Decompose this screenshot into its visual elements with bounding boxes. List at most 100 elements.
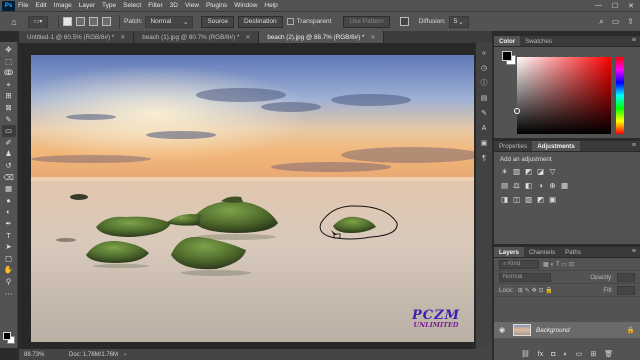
info-icon[interactable]: ⓘ bbox=[479, 78, 489, 88]
new-layer-icon[interactable]: ⊞ bbox=[590, 350, 596, 358]
menu-type[interactable]: Type bbox=[102, 2, 116, 9]
source-button[interactable]: Source bbox=[201, 15, 235, 28]
tab-swatches[interactable]: Swatches bbox=[520, 36, 557, 46]
subtract-selection-icon[interactable] bbox=[89, 17, 98, 26]
foreground-color-swatch[interactable] bbox=[502, 51, 512, 61]
zoom-tool-icon[interactable]: ⚲ bbox=[2, 276, 16, 288]
tab-paths[interactable]: Paths bbox=[560, 247, 586, 257]
path-select-tool-icon[interactable]: ➤ bbox=[2, 241, 16, 253]
menu-view[interactable]: View bbox=[185, 2, 199, 9]
panel-menu-icon[interactable]: ≡ bbox=[632, 37, 636, 44]
panel-menu-icon[interactable]: ≡ bbox=[632, 142, 636, 149]
destination-button[interactable]: Destination bbox=[238, 15, 283, 28]
tab-color[interactable]: Color bbox=[494, 36, 521, 46]
levels-icon[interactable]: ▥ bbox=[512, 167, 521, 176]
quick-select-tool-icon[interactable]: ⌖ bbox=[2, 79, 16, 91]
lasso-tool-icon[interactable]: ↂ bbox=[2, 67, 16, 79]
maximize-icon[interactable]: ☐ bbox=[612, 2, 618, 10]
marquee-tool-icon[interactable]: ⬚ bbox=[2, 56, 16, 68]
add-mask-icon[interactable]: ◘ bbox=[551, 351, 555, 358]
close-icon[interactable]: ✕ bbox=[245, 34, 250, 41]
color-balance-icon[interactable]: ⚖ bbox=[512, 181, 521, 190]
threshold-icon[interactable]: ▧ bbox=[524, 195, 533, 204]
tab-beach-2[interactable]: beach (2).jpg @ 88.7% (RGB/8#) * ✕ bbox=[259, 31, 385, 43]
minimize-icon[interactable]: — bbox=[595, 2, 602, 10]
zoom-level[interactable]: 88.73% bbox=[19, 352, 49, 358]
libraries-icon[interactable]: ▣ bbox=[479, 138, 489, 148]
close-icon[interactable]: ✕ bbox=[120, 34, 125, 41]
blur-tool-icon[interactable]: ● bbox=[2, 195, 16, 207]
link-layers-icon[interactable]: ⛓ bbox=[521, 350, 530, 358]
workspace-icon[interactable]: ▭ bbox=[612, 17, 620, 27]
blend-mode-select[interactable]: Normal bbox=[499, 272, 551, 282]
tool-preset-picker[interactable]: ▭▾ bbox=[28, 15, 48, 28]
history-brush-tool-icon[interactable]: ↺ bbox=[2, 160, 16, 172]
pattern-picker[interactable] bbox=[399, 17, 409, 26]
menu-filter[interactable]: Filter bbox=[148, 2, 162, 9]
menu-3d[interactable]: 3D bbox=[170, 2, 178, 9]
history-icon[interactable]: ◷ bbox=[479, 63, 489, 73]
tab-untitled-1[interactable]: Untitled-1 @ 60.5% (RGB/8#) * ✕ bbox=[19, 31, 135, 43]
color-picker-cursor[interactable] bbox=[514, 108, 520, 114]
search-icon[interactable]: ⌕ bbox=[599, 17, 603, 27]
menu-select[interactable]: Select bbox=[123, 2, 141, 9]
diffusion-input[interactable]: 5 ⌄ bbox=[448, 15, 469, 28]
layer-filter-select[interactable]: ⌕ Kind bbox=[499, 259, 539, 269]
saturation-brightness-field[interactable] bbox=[517, 57, 611, 134]
rectangle-tool-icon[interactable]: ▢ bbox=[2, 253, 16, 265]
opacity-input[interactable] bbox=[617, 272, 635, 282]
hue-slider[interactable] bbox=[616, 57, 624, 134]
menu-file[interactable]: File bbox=[18, 2, 28, 9]
photo-filter-icon[interactable]: ◑ bbox=[536, 181, 545, 190]
delete-layer-icon[interactable]: 🗑 bbox=[604, 350, 613, 358]
tab-layers[interactable]: Layers bbox=[494, 247, 524, 257]
canvas-area[interactable]: PCZM UNLIMITED bbox=[19, 43, 492, 349]
curves-icon[interactable]: ◩ bbox=[524, 167, 533, 176]
menu-plugins[interactable]: Plugins bbox=[206, 2, 227, 9]
close-icon[interactable]: ✕ bbox=[628, 2, 634, 10]
intersect-selection-icon[interactable] bbox=[102, 17, 111, 26]
tab-beach-1[interactable]: beach (1).jpg @ 80.7% (RGB/8#) * ✕ bbox=[134, 31, 260, 43]
home-icon[interactable]: ⌂ bbox=[6, 15, 22, 29]
use-pattern-button[interactable]: Use Pattern bbox=[343, 15, 390, 28]
gradient-map-icon[interactable]: ▣ bbox=[548, 195, 557, 204]
exposure-icon[interactable]: ◪ bbox=[536, 167, 545, 176]
type-tool-icon[interactable]: T bbox=[2, 230, 16, 242]
character-icon[interactable]: A bbox=[479, 123, 489, 133]
posterize-icon[interactable]: ◫ bbox=[512, 195, 521, 204]
frame-tool-icon[interactable]: ⊠ bbox=[2, 102, 16, 114]
patch-mode-select[interactable]: Normal ⌄ bbox=[145, 15, 194, 28]
invert-icon[interactable]: ◨ bbox=[500, 195, 509, 204]
share-icon[interactable]: ⇪ bbox=[627, 17, 634, 27]
transparent-checkbox[interactable] bbox=[286, 18, 294, 25]
eyedropper-tool-icon[interactable]: ✎ bbox=[2, 114, 16, 126]
fill-input[interactable] bbox=[617, 285, 635, 295]
crop-tool-icon[interactable]: ⊞ bbox=[2, 90, 16, 102]
brush-settings-icon[interactable]: ✎ bbox=[479, 108, 489, 118]
color-lookup-icon[interactable]: ▦ bbox=[560, 181, 569, 190]
gradient-tool-icon[interactable]: ▦ bbox=[2, 183, 16, 195]
patch-tool-icon[interactable]: ▭ bbox=[1, 125, 16, 137]
add-to-selection-icon[interactable] bbox=[76, 17, 85, 26]
eraser-tool-icon[interactable]: ⌫ bbox=[2, 172, 16, 184]
menu-window[interactable]: Window bbox=[234, 2, 257, 9]
tab-channels[interactable]: Channels bbox=[524, 247, 560, 257]
move-tool-icon[interactable]: ✥ bbox=[2, 44, 16, 56]
beach-photo-canvas[interactable]: PCZM UNLIMITED bbox=[31, 55, 474, 342]
lock-icons[interactable]: ⊞ ✎ ✥ ⊡ 🔒 bbox=[518, 286, 553, 294]
new-selection-icon[interactable] bbox=[63, 17, 72, 26]
new-adjustment-layer-icon[interactable]: ◐ bbox=[563, 351, 567, 358]
panel-menu-icon[interactable]: ≡ bbox=[632, 248, 636, 255]
filter-icons[interactable]: ▦ ◐ T ▭ ⊡ bbox=[543, 261, 574, 268]
pen-tool-icon[interactable]: ✒ bbox=[2, 218, 16, 230]
edit-toolbar-icon[interactable]: ⋯ bbox=[2, 287, 16, 299]
hand-tool-icon[interactable]: ✋ bbox=[2, 264, 16, 276]
channel-mixer-icon[interactable]: ⊕ bbox=[548, 181, 557, 190]
new-group-icon[interactable]: ▭ bbox=[576, 350, 583, 358]
properties-icon[interactable]: ▤ bbox=[479, 93, 489, 103]
paragraph-icon[interactable]: ¶ bbox=[479, 153, 489, 163]
menu-help[interactable]: Help bbox=[264, 2, 277, 9]
tab-properties[interactable]: Properties bbox=[494, 141, 532, 151]
eye-icon[interactable]: ◉ bbox=[499, 326, 508, 334]
clone-stamp-tool-icon[interactable]: ♟ bbox=[2, 148, 16, 160]
